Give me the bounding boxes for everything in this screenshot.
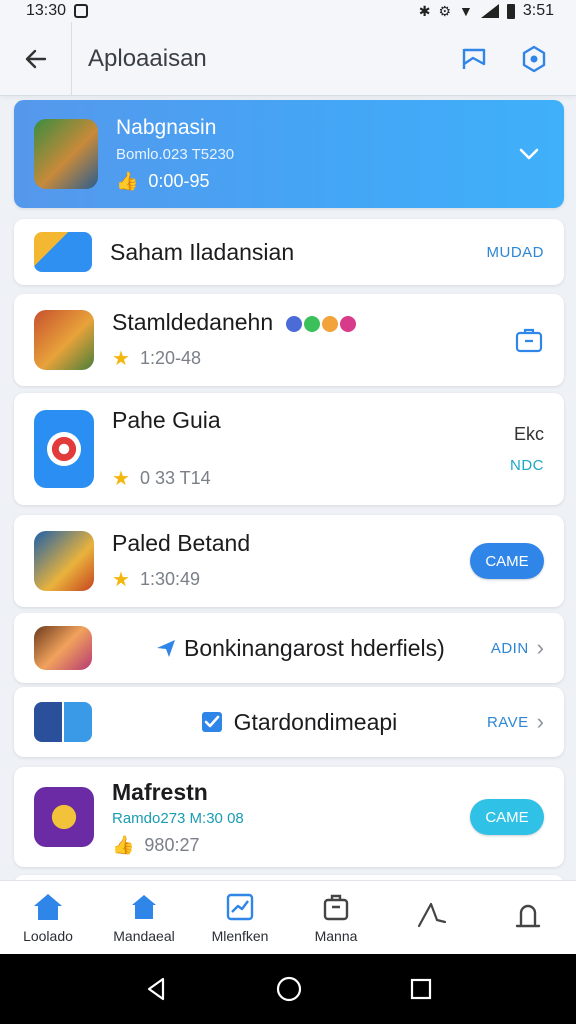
item-name: Mafrestn: [112, 778, 208, 805]
notification-icon: [74, 4, 89, 18]
chevron-right-icon: ›: [536, 635, 544, 660]
emoji-badges: [285, 315, 356, 332]
item-thumbnail: [34, 310, 94, 370]
system-nav-bar: [0, 954, 576, 1024]
back-triangle-icon[interactable]: [143, 976, 169, 1002]
item-thumbnail: [34, 626, 92, 670]
featured-thumbnail: [34, 119, 98, 189]
thumbs-up-icon: 👍: [116, 171, 139, 191]
settings-hex-icon: [522, 45, 546, 72]
alarm-icon: ⚙: [438, 2, 451, 19]
item-thumbnail: [34, 531, 94, 591]
list-item[interactable]: Stamldedanehn ★ 1:20-48: [14, 294, 564, 386]
checkbox-icon: [201, 712, 222, 732]
flag-button[interactable]: [444, 22, 504, 96]
star-icon: ★: [112, 348, 130, 370]
item-name: Gtardondimeapi: [233, 708, 398, 735]
briefcase-icon[interactable]: [514, 326, 544, 354]
item-meta: 1:20-48: [139, 348, 201, 368]
featured-meta: 0:00-95: [148, 171, 210, 191]
chart-icon: [226, 893, 254, 920]
item-name: Saham Iladansian: [110, 238, 295, 265]
badge-icon: [303, 315, 320, 332]
game-button[interactable]: CAME: [470, 543, 544, 579]
battery-icon: [506, 3, 515, 19]
nav-label: Mlenfken: [211, 927, 269, 944]
nav-label: Loolado: [23, 927, 73, 944]
nav-label: Manna: [314, 927, 358, 944]
app-list: Nabgnasin Bomlo.023 T5230 👍 0:00-95 Saha…: [0, 97, 576, 880]
item-thumbnail: [34, 702, 92, 742]
item-meta: 0 33 T14: [139, 468, 211, 488]
send-icon: [157, 640, 175, 657]
chevron-down-icon[interactable]: [518, 147, 540, 161]
list-item[interactable]: Mafrestn Ramdo273 M:30 08 👍 980:27 CAME: [14, 767, 564, 867]
house-icon: [132, 894, 156, 919]
item-name: Pahe Guia: [112, 407, 221, 433]
thumbs-up-icon: 👍: [112, 834, 135, 855]
badge-icon: [339, 315, 356, 332]
bag-icon: [323, 894, 349, 920]
item-action-link[interactable]: MUDAD: [487, 244, 545, 261]
back-button[interactable]: [0, 21, 72, 96]
star-icon: ★: [112, 468, 130, 490]
item-name: Paled Betand: [112, 530, 251, 556]
gesture-icon: [417, 902, 447, 927]
list-item[interactable]: Saham Iladansian MUDAD: [14, 219, 564, 285]
app-bar: Aploaaisan: [0, 21, 576, 96]
item-action-link[interactable]: NDC: [510, 457, 544, 474]
item-thumbnail: [34, 232, 92, 272]
status-time: 13:30: [26, 2, 67, 19]
star-icon: ★: [112, 569, 130, 591]
list-item[interactable]: Paled Betand ★ 1:30:49 CAME: [14, 515, 564, 607]
badge-icon: [321, 315, 338, 332]
item-name: Bonkinangarost hderfiels): [184, 634, 445, 661]
page-title: Aploaaisan: [88, 44, 207, 72]
nav-item-profile[interactable]: [480, 881, 576, 954]
featured-subtitle: Bomlo.023 T5230: [116, 146, 235, 163]
item-thumbnail: [34, 787, 94, 847]
item-action-link[interactable]: ADIN: [491, 640, 529, 657]
nav-item-chart[interactable]: Mlenfken: [192, 881, 288, 954]
recents-square-icon[interactable]: [409, 977, 433, 1001]
bottom-nav: Loolado Mandaeal Mlenfken Manna: [0, 880, 576, 954]
settings-button[interactable]: [504, 22, 564, 96]
status-bar: 13:30 ✱ ⚙ ▼ 3:51: [0, 0, 576, 22]
nav-item-bag[interactable]: Manna: [288, 881, 384, 954]
bell-icon: [515, 904, 541, 927]
nav-item-home-2[interactable]: Mandaeal: [96, 881, 192, 954]
nav-item-gesture[interactable]: [384, 881, 480, 954]
nav-label: Mandaeal: [113, 927, 175, 944]
home-icon: [34, 893, 62, 920]
flag-icon: [462, 48, 486, 69]
item-action-link[interactable]: RAVE: [487, 714, 529, 731]
featured-name: Nabgnasin: [116, 116, 217, 139]
chevron-right-icon: ›: [536, 709, 544, 734]
home-circle-icon[interactable]: [275, 975, 303, 1003]
list-item[interactable]: Pahe Guia ★ 0 33 T14 Ekc NDC: [14, 393, 564, 505]
item-meta: 1:30:49: [139, 569, 200, 589]
item-name: Stamldedanehn: [112, 309, 274, 335]
wifi-icon: ▼: [459, 3, 473, 19]
list-item[interactable]: Bonkinangarost hderfiels) ADIN ›: [14, 613, 564, 683]
back-arrow-icon: [25, 49, 46, 68]
bluetooth-icon: ✱: [418, 2, 431, 19]
list-item[interactable]: Gtardondimeapi RAVE ›: [14, 687, 564, 757]
item-meta: 980:27: [144, 834, 200, 855]
nav-item-home[interactable]: Loolado: [0, 881, 96, 954]
signal-icon: [480, 4, 499, 18]
featured-card[interactable]: Nabgnasin Bomlo.023 T5230 👍 0:00-95: [14, 100, 564, 208]
status-right-time: 3:51: [522, 2, 554, 19]
item-subtitle: Ramdo273 M:30 08: [112, 809, 244, 827]
game-button[interactable]: CAME: [470, 799, 544, 835]
item-thumbnail: [34, 410, 94, 488]
item-right-label: Ekc: [513, 424, 544, 444]
badge-icon: [285, 315, 302, 332]
